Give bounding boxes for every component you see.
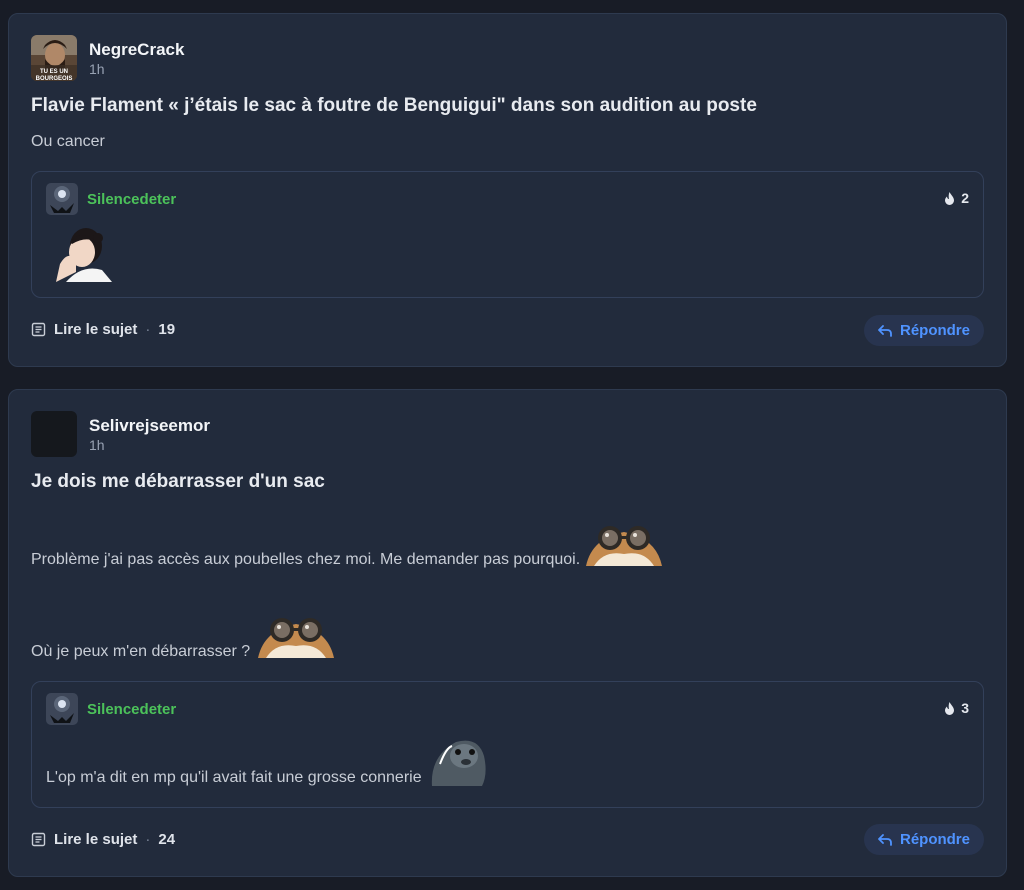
reply-button-label: Répondre: [899, 831, 970, 848]
comment-count: 24: [158, 831, 176, 848]
reply-author[interactable]: Silencedeter: [87, 191, 176, 208]
reply-button-label: Répondre: [899, 322, 970, 339]
post-time: 1h: [89, 437, 105, 453]
document-icon: [31, 322, 46, 337]
post-card[interactable]: TU ES UN BOURGEOIS NegreCrack 1h Flavie …: [8, 13, 1007, 367]
avatar[interactable]: [31, 411, 77, 457]
comment-count: 19: [158, 321, 176, 338]
avatar-caption: TU ES UN BOURGEOIS: [35, 69, 73, 82]
avatar[interactable]: TU ES UN BOURGEOIS: [31, 35, 77, 82]
author-name[interactable]: Selivrejseemor: [89, 416, 210, 436]
read-topic-link[interactable]: Lire le sujet · 19: [31, 321, 175, 338]
reply-button[interactable]: Répondre: [864, 315, 984, 346]
awkward-seal-sticker: [426, 734, 488, 791]
post-body-line: Problème j'ai pas accès aux poubelles ch…: [31, 520, 664, 571]
separator-dot: ·: [145, 831, 151, 848]
post-body-text: Problème j'ai pas accès aux poubelles ch…: [31, 551, 581, 568]
post-body-line: Où je peux m'en débarrasser ?: [31, 612, 336, 663]
reply-avatar[interactable]: [46, 183, 78, 215]
reply-button[interactable]: Répondre: [864, 824, 984, 855]
reaction-count[interactable]: 2: [944, 190, 969, 206]
read-topic-link[interactable]: Lire le sujet · 24: [31, 831, 175, 848]
reply-body: L'op m'a dit en mp qu'il avait fait une …: [46, 734, 488, 791]
post-body: Ou cancer: [31, 133, 105, 150]
reaction-value: 2: [961, 190, 969, 206]
reply-arrow-icon: [878, 833, 892, 846]
separator-dot: ·: [145, 321, 151, 338]
post-title[interactable]: Je dois me débarrasser d'un sac: [31, 471, 325, 493]
reaction-value: 3: [961, 700, 969, 716]
post-title[interactable]: Flavie Flament « j’étais le sac à foutre…: [31, 95, 757, 117]
read-topic-label: Lire le sujet: [54, 831, 138, 848]
fire-icon: [945, 701, 955, 715]
reply-arrow-icon: [878, 324, 892, 337]
fire-icon: [945, 191, 955, 205]
reply-avatar[interactable]: [46, 693, 78, 725]
post-time: 1h: [89, 61, 105, 77]
author-name[interactable]: NegreCrack: [89, 40, 184, 60]
post-author: TU ES UN BOURGEOIS NegreCrack 1h: [31, 35, 184, 82]
post-body-text: Où je peux m'en débarrasser ?: [31, 643, 251, 660]
post-author: Selivrejseemor 1h: [31, 411, 210, 457]
top-reply[interactable]: Silencedeter 3 L'op m'a dit en mp qu'il …: [31, 681, 984, 808]
post-card[interactable]: Selivrejseemor 1h Je dois me débarrasser…: [8, 389, 1007, 877]
read-topic-label: Lire le sujet: [54, 321, 138, 338]
sticker-image: [46, 220, 116, 282]
document-icon: [31, 832, 46, 847]
reaction-count[interactable]: 3: [944, 700, 969, 716]
hamster-goggles-sticker: [584, 520, 664, 571]
hamster-goggles-sticker: [256, 612, 336, 663]
top-reply[interactable]: Silencedeter 2: [31, 171, 984, 298]
reply-author[interactable]: Silencedeter: [87, 701, 176, 718]
reply-text: L'op m'a dit en mp qu'il avait fait une …: [46, 769, 422, 786]
